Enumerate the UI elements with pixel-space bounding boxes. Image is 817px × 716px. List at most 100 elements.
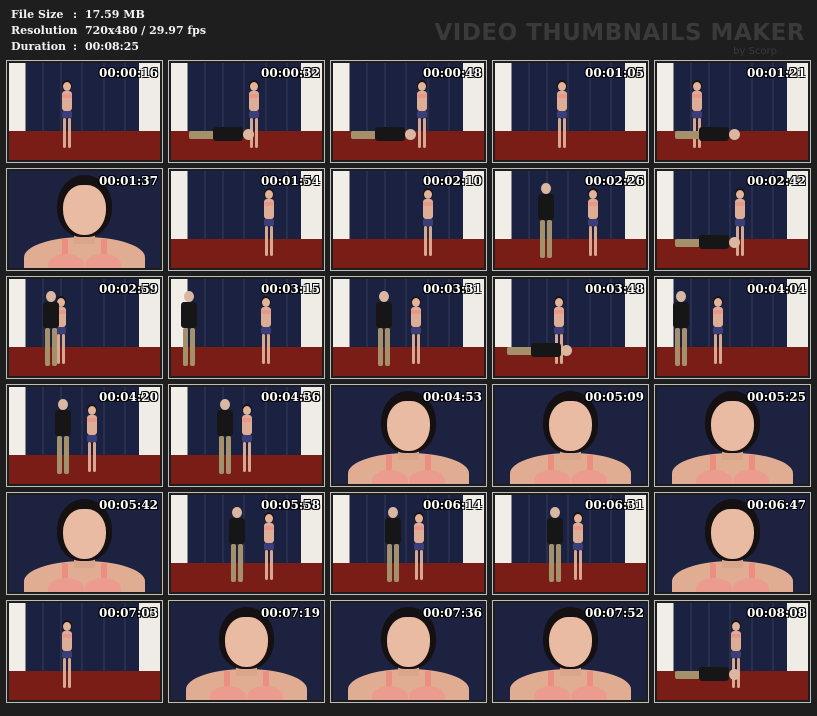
woman-figure xyxy=(60,620,74,692)
timestamp-label: 00:01:05 xyxy=(585,66,644,80)
thumbnail: 00:07:52 xyxy=(492,600,649,703)
timestamp-label: 00:01:54 xyxy=(261,174,320,188)
thumbnail-frame: 00:01:54 xyxy=(171,171,322,268)
thumbnail-frame: 00:02:59 xyxy=(9,279,160,376)
thumbnail: 00:07:03 xyxy=(6,600,163,703)
timestamp-label: 00:03:48 xyxy=(585,282,644,296)
thumbnail: 00:01:37 xyxy=(6,168,163,271)
timestamp-label: 00:00:16 xyxy=(99,66,158,80)
man-figure xyxy=(672,290,690,371)
thumbnail: 00:05:58 xyxy=(168,492,325,595)
thumbnail-frame: 00:05:42 xyxy=(9,495,160,592)
thumbnail: 00:00:48 xyxy=(330,60,487,163)
timestamp-label: 00:04:36 xyxy=(261,390,320,404)
man-figure xyxy=(180,290,198,371)
timestamp-label: 00:07:03 xyxy=(99,606,158,620)
thumbnail: 00:02:26 xyxy=(492,168,649,271)
woman-figure xyxy=(60,80,74,152)
thumbnail-grid: 00:00:16 00:00:32 00:00:48 00:01:05 00:01:21… xyxy=(6,60,811,703)
thumbnail: 00:02:10 xyxy=(330,168,487,271)
thumbnail: 00:04:53 xyxy=(330,384,487,487)
file-size-label: File Size xyxy=(11,8,64,21)
resolution-label: Resolution xyxy=(11,24,78,37)
thumbnail: 00:01:05 xyxy=(492,60,649,163)
thumbnail: 00:06:47 xyxy=(654,492,811,595)
thumbnail-frame: 00:07:36 xyxy=(333,603,484,700)
timestamp-label: 00:00:48 xyxy=(423,66,482,80)
thumbnail: 00:06:31 xyxy=(492,492,649,595)
thumbnail-frame: 00:04:36 xyxy=(171,387,322,484)
man-figure xyxy=(228,506,246,587)
man-figure xyxy=(42,290,60,371)
thumbnail-frame: 00:06:31 xyxy=(495,495,646,592)
timestamp-label: 00:06:47 xyxy=(747,498,806,512)
thumbnail: 00:02:59 xyxy=(6,276,163,379)
thumbnail: 00:05:09 xyxy=(492,384,649,487)
timestamp-label: 00:03:15 xyxy=(261,282,320,296)
sheet-header: File Size : 17.59 MB Resolution : 720x48… xyxy=(0,0,817,58)
brand-subtitle: by Scorp xyxy=(733,46,777,57)
timestamp-label: 00:07:36 xyxy=(423,606,482,620)
thumbnail-frame: 00:05:25 xyxy=(657,387,808,484)
man-figure xyxy=(537,182,555,263)
woman-figure xyxy=(240,404,254,476)
man-figure-lying xyxy=(189,126,259,143)
thumbnail-frame: 00:06:47 xyxy=(657,495,808,592)
thumbnail-frame: 00:07:03 xyxy=(9,603,160,700)
duration-row: Duration : 00:08:25 xyxy=(11,39,206,55)
thumbnail: 00:04:20 xyxy=(6,384,163,487)
timestamp-label: 00:01:21 xyxy=(747,66,806,80)
file-size-value: 17.59 MB xyxy=(85,8,145,21)
man-figure-lying xyxy=(351,126,421,143)
woman-figure xyxy=(421,188,435,260)
timestamp-label: 00:04:04 xyxy=(747,282,806,296)
timestamp-label: 00:05:25 xyxy=(747,390,806,404)
thumbnail-frame: 00:05:09 xyxy=(495,387,646,484)
timestamp-label: 00:04:53 xyxy=(423,390,482,404)
timestamp-label: 00:07:52 xyxy=(585,606,644,620)
thumbnail: 00:01:21 xyxy=(654,60,811,163)
thumbnail-frame: 00:02:42 xyxy=(657,171,808,268)
thumbnail: 00:00:32 xyxy=(168,60,325,163)
timestamp-label: 00:00:32 xyxy=(261,66,320,80)
thumbnail-frame: 00:00:48 xyxy=(333,63,484,160)
thumbnail-frame: 00:01:21 xyxy=(657,63,808,160)
timestamp-label: 00:02:26 xyxy=(585,174,644,188)
brand-title: VIDEO THUMBNAILS MAKER xyxy=(434,20,805,46)
thumbnail: 00:03:15 xyxy=(168,276,325,379)
thumbnail: 00:02:42 xyxy=(654,168,811,271)
man-figure-lying xyxy=(675,666,745,683)
thumbnail-frame: 00:00:32 xyxy=(171,63,322,160)
timestamp-label: 00:08:08 xyxy=(747,606,806,620)
thumbnail-frame: 00:03:48 xyxy=(495,279,646,376)
timestamp-label: 00:02:10 xyxy=(423,174,482,188)
timestamp-label: 00:05:58 xyxy=(261,498,320,512)
timestamp-label: 00:02:59 xyxy=(99,282,158,296)
file-info-block: File Size : 17.59 MB Resolution : 720x48… xyxy=(11,7,206,55)
thumbnail-frame: 00:05:58 xyxy=(171,495,322,592)
thumbnail-frame: 00:03:31 xyxy=(333,279,484,376)
man-figure xyxy=(546,506,564,587)
woman-figure xyxy=(586,188,600,260)
thumbnail-frame: 00:04:04 xyxy=(657,279,808,376)
man-figure-lying xyxy=(675,234,745,251)
man-figure xyxy=(384,506,402,587)
woman-figure xyxy=(409,296,423,368)
thumbnail: 00:01:54 xyxy=(168,168,325,271)
thumbnail-frame: 00:06:14 xyxy=(333,495,484,592)
thumbnail: 00:08:08 xyxy=(654,600,811,703)
thumbnail-frame: 00:02:10 xyxy=(333,171,484,268)
thumbnail-frame: 00:04:53 xyxy=(333,387,484,484)
woman-figure xyxy=(259,296,273,368)
woman-figure xyxy=(711,296,725,368)
timestamp-label: 00:06:31 xyxy=(585,498,644,512)
resolution-value: 720x480 / 29.97 fps xyxy=(85,24,207,37)
thumbnail: 00:07:19 xyxy=(168,600,325,703)
woman-figure xyxy=(262,188,276,260)
thumbnail-frame: 00:08:08 xyxy=(657,603,808,700)
duration-label: Duration xyxy=(11,40,67,53)
thumbnail: 00:05:42 xyxy=(6,492,163,595)
info-separator: : xyxy=(73,8,78,21)
woman-figure xyxy=(412,512,426,584)
timestamp-label: 00:04:20 xyxy=(99,390,158,404)
